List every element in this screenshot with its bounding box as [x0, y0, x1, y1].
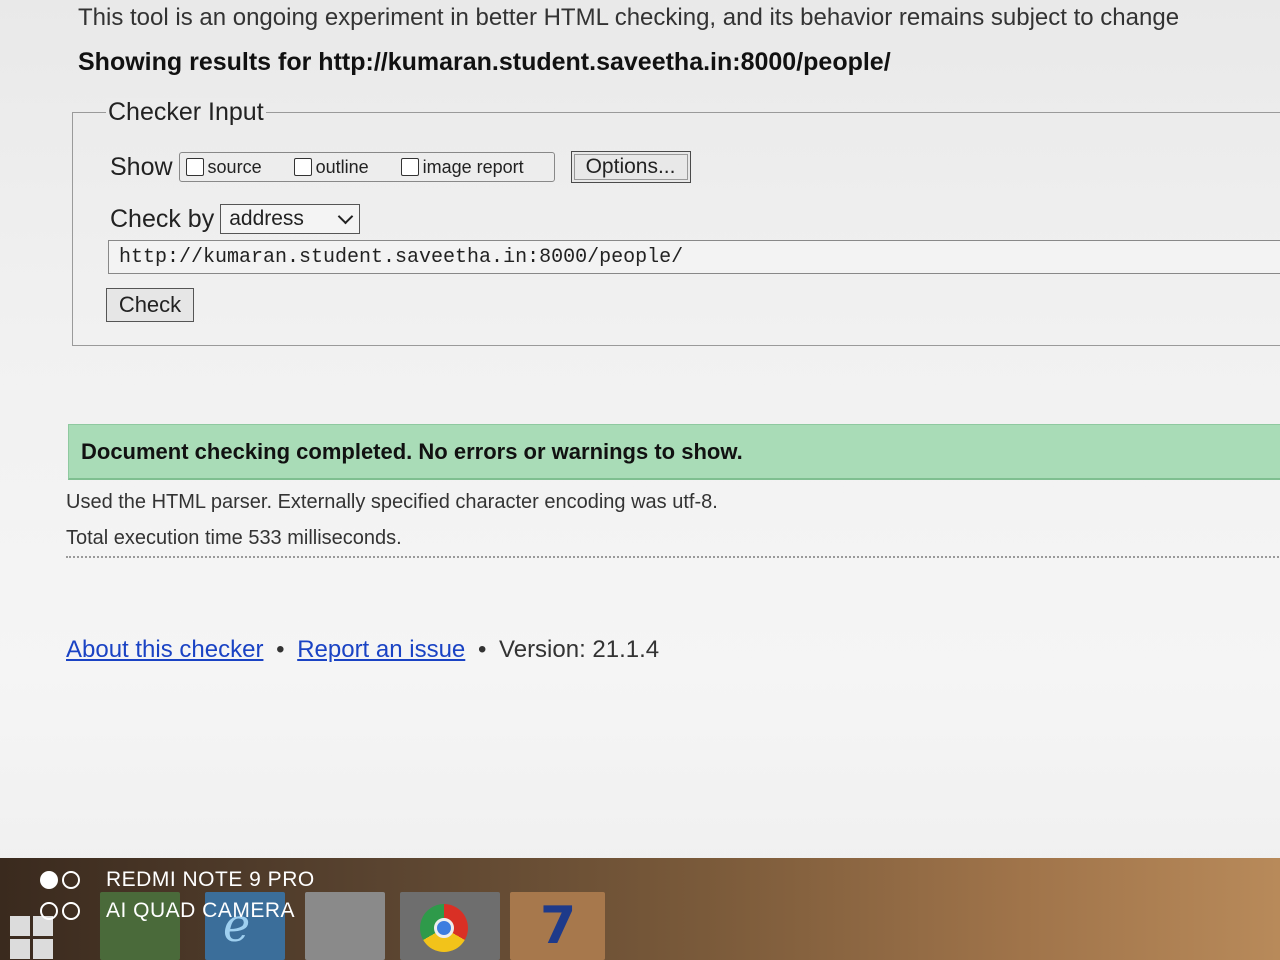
image-report-label: image report: [422, 156, 524, 177]
report-issue-link[interactable]: Report an issue: [297, 636, 465, 663]
checker-input-legend: Checker Input: [106, 98, 266, 127]
show-outline-option[interactable]: outline: [293, 156, 369, 178]
show-label: Show: [110, 152, 173, 181]
check-by-row: Check by address: [110, 204, 361, 234]
camera-lens-icon: [40, 870, 96, 889]
showing-results-heading: Showing results for http://kumaran.stude…: [78, 48, 891, 76]
chrome-icon[interactable]: [400, 892, 500, 960]
check-by-select[interactable]: address: [220, 204, 361, 234]
outline-checkbox[interactable]: [293, 158, 312, 176]
about-checker-link[interactable]: About this checker: [66, 636, 263, 663]
experiment-notice: This tool is an ongoing experiment in be…: [78, 4, 1180, 31]
infinity-icon: [40, 901, 96, 920]
version-text: Version: 21.1.4: [499, 636, 660, 663]
show-source-option[interactable]: source: [185, 156, 262, 178]
check-by-label: Check by: [110, 204, 215, 233]
app-seven-icon[interactable]: 7: [510, 892, 605, 960]
execution-time: Total execution time 533 milliseconds.: [66, 527, 402, 549]
camera-watermark: REDMI NOTE 9 PRO AI QUAD CAMERA: [40, 864, 315, 926]
parser-info: Used the HTML parser. Externally specifi…: [66, 491, 718, 513]
dotted-divider: [66, 556, 1280, 558]
watermark-line1: REDMI NOTE 9 PRO: [106, 868, 315, 891]
footer: About this checker • Report an issue • V…: [66, 636, 659, 664]
footer-separator: •: [477, 636, 487, 663]
success-message: Document checking completed. No errors o…: [68, 424, 1280, 480]
watermark-line2: AI QUAD CAMERA: [106, 899, 296, 922]
source-checkbox[interactable]: [185, 158, 204, 176]
notepad-icon[interactable]: [305, 892, 385, 960]
show-options-row: Show source outline image report Options…: [110, 150, 691, 184]
footer-separator: •: [276, 636, 285, 663]
check-button[interactable]: Check: [106, 288, 194, 322]
outline-label: outline: [315, 156, 369, 177]
check-by-selected-value: address: [229, 207, 304, 230]
image-report-checkbox[interactable]: [400, 158, 419, 176]
source-label: source: [207, 156, 262, 177]
result-details: Used the HTML parser. Externally specifi…: [66, 484, 718, 556]
url-input[interactable]: http://kumaran.student.saveetha.in:8000/…: [108, 240, 1280, 274]
show-options-group: source outline image report: [178, 152, 555, 182]
chevron-down-icon: [337, 208, 354, 225]
show-image-report-option[interactable]: image report: [400, 156, 524, 178]
options-button[interactable]: Options...: [570, 151, 691, 183]
